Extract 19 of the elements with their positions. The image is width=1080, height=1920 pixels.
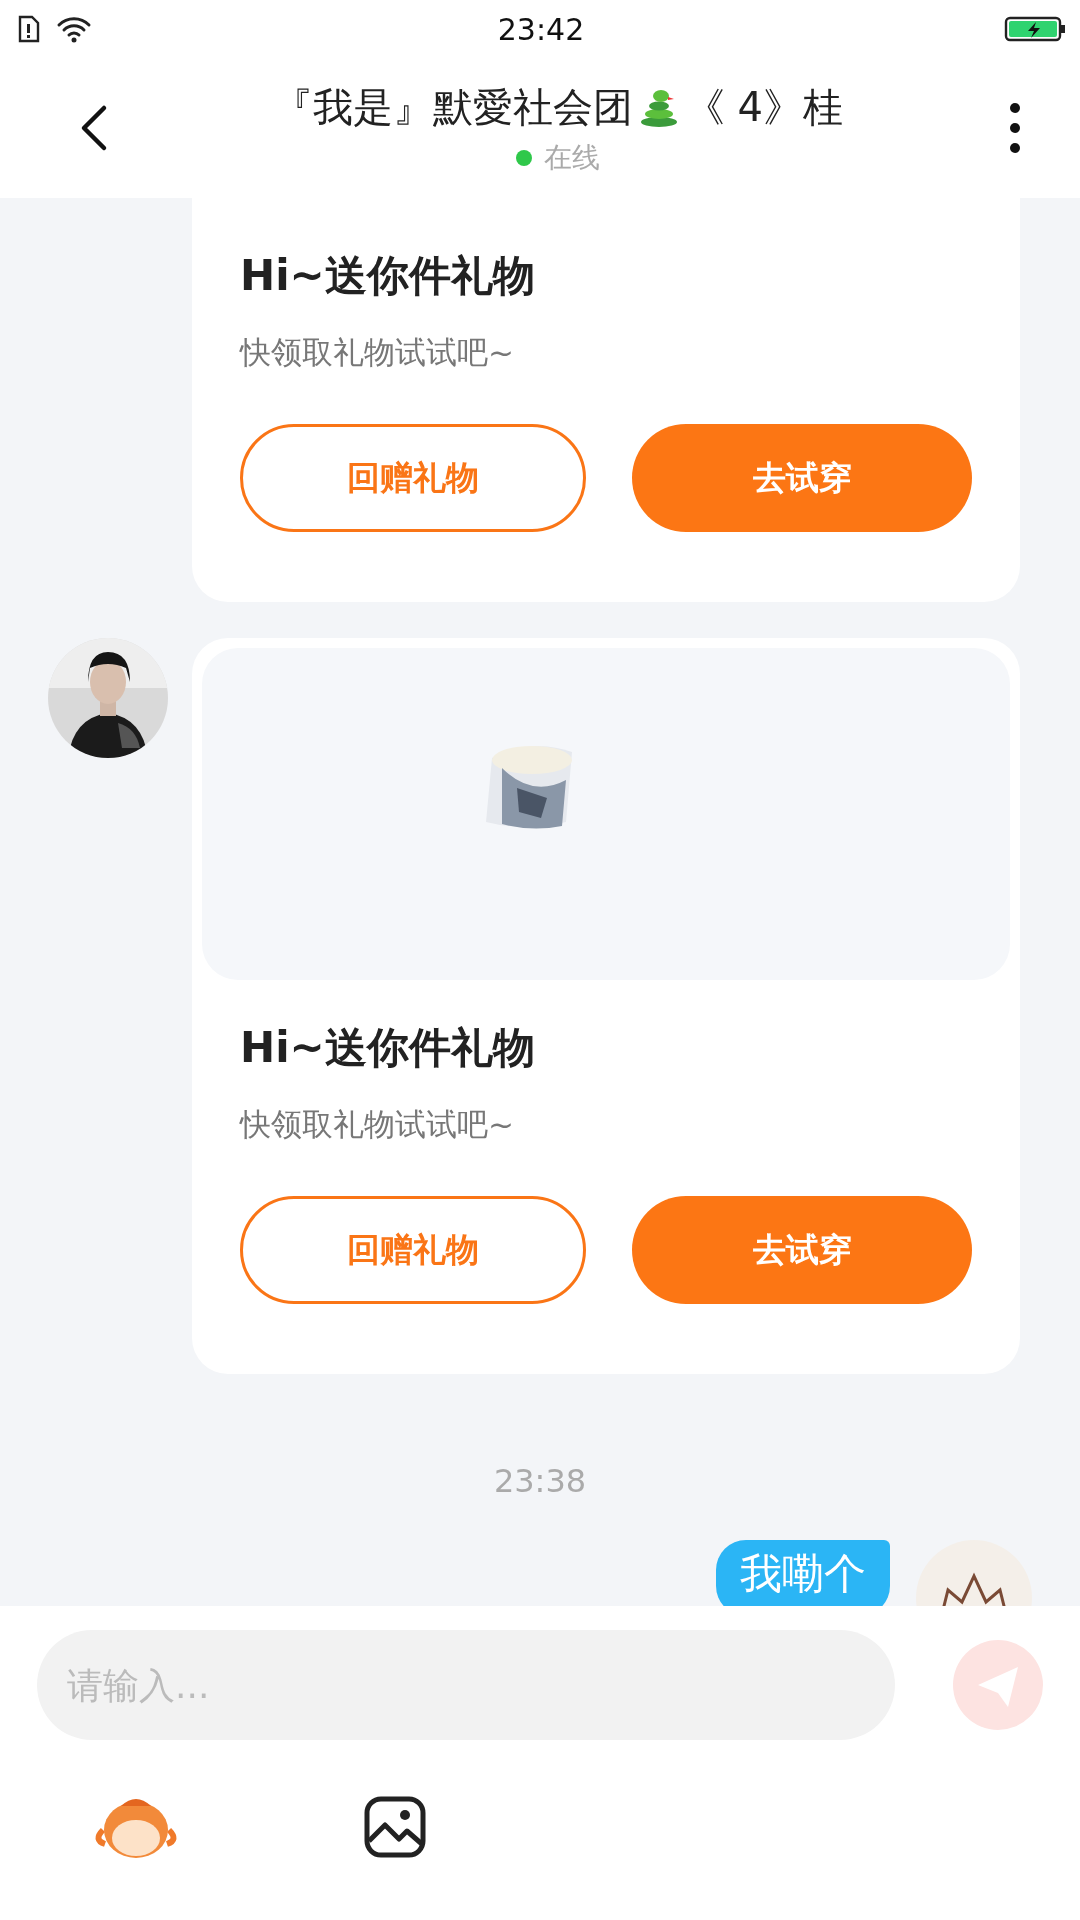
chat-title: 『我是』默愛社会团	[272, 82, 633, 132]
gift-title: Hi~送你件礼物	[240, 1022, 536, 1074]
chat-title: 《 4》桂	[684, 82, 844, 132]
wifi-icon	[56, 15, 92, 43]
gift-title: Hi~送你件礼物	[240, 250, 536, 302]
online-status: 在线	[544, 139, 600, 176]
gift-subtitle: 快领取礼物试试吧~	[240, 333, 515, 372]
gift-button[interactable]: 回赠礼物	[240, 1196, 586, 1304]
gift-button[interactable]: 回赠礼物	[240, 424, 586, 532]
more-icon[interactable]	[1008, 102, 1022, 154]
gift-subtitle: 快领取礼物试试吧~	[240, 1105, 515, 1144]
gift-button[interactable]: 去试穿	[632, 1196, 972, 1304]
status-time: 23:42	[497, 11, 585, 47]
message-bubble: 我嘞个	[716, 1540, 890, 1606]
timestamp: 23:38	[493, 1462, 587, 1500]
gift-button[interactable]: 去试穿	[632, 424, 972, 532]
battery-icon	[1004, 15, 1066, 43]
image-icon[interactable]	[363, 1795, 427, 1859]
sim-icon	[16, 15, 42, 43]
